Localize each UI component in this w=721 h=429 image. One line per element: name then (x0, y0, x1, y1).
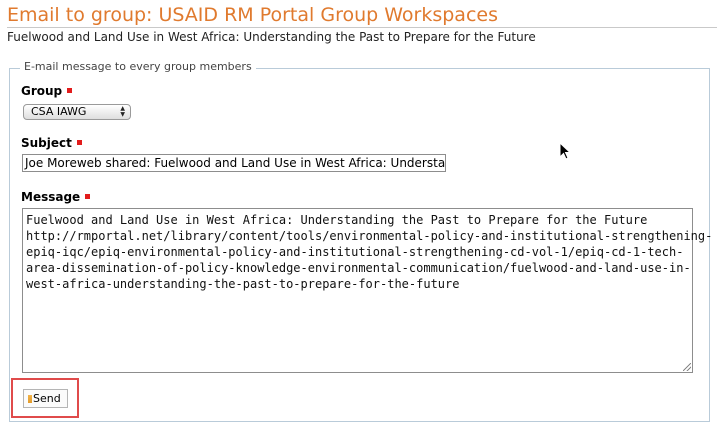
send-button-label: Send (33, 392, 61, 405)
group-label: Group (21, 84, 73, 98)
page-title: Email to group: USAID RM Portal Group Wo… (7, 4, 498, 26)
mouse-cursor-icon (559, 141, 572, 164)
message-label-text: Message (21, 190, 81, 204)
required-marker-icon (85, 194, 91, 199)
resize-grip-icon[interactable] (683, 363, 691, 371)
required-marker-icon (76, 140, 82, 145)
send-icon (28, 395, 32, 403)
subject-label-text: Subject (21, 136, 72, 150)
group-select[interactable]: CSA IAWG ▲ ▼ (23, 104, 131, 120)
group-select-value: CSA IAWG (31, 105, 87, 118)
message-label: Message (21, 190, 91, 204)
subject-input[interactable]: Joe Moreweb shared: Fuelwood and Land Us… (22, 154, 446, 172)
subject-label: Subject (21, 136, 82, 150)
message-textarea[interactable]: Fuelwood and Land Use in West Africa: Un… (22, 208, 713, 373)
group-label-text: Group (21, 84, 63, 98)
chevron-updown-icon: ▲ ▼ (120, 105, 125, 118)
send-button[interactable]: Send (23, 389, 68, 408)
title-divider (7, 27, 717, 28)
page-subtitle: Fuelwood and Land Use in West Africa: Un… (7, 30, 536, 44)
fieldset-legend: E-mail message to every group members (20, 60, 256, 73)
message-text: Fuelwood and Land Use in West Africa: Un… (26, 213, 713, 291)
required-marker-icon (67, 88, 73, 93)
